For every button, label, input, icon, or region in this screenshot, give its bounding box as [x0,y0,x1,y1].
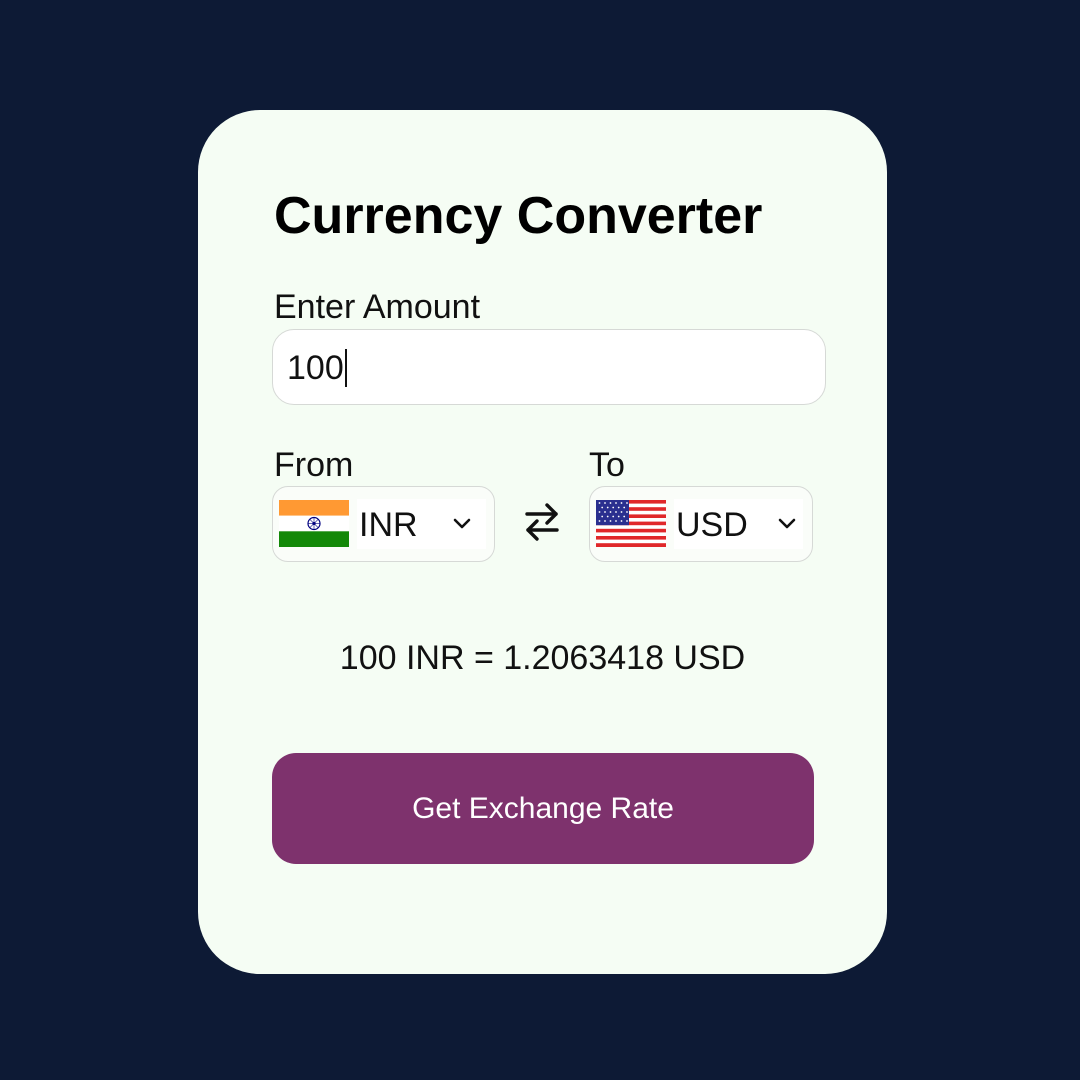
conversion-result: 100 INR = 1.2063418 USD [339,639,746,677]
text-caret [344,349,347,387]
amount-input[interactable]: 100 [272,329,826,405]
to-label: To [589,446,625,484]
india-flag-icon [279,500,349,547]
get-exchange-rate-button[interactable]: Get Exchange Rate [272,753,814,864]
amount-value-wrapper: 100 [287,348,347,388]
from-currency-select[interactable]: INR [272,486,495,562]
from-currency-code: INR [359,506,418,544]
chevron-down-icon [453,518,471,529]
chevron-down-icon [778,518,796,529]
us-flag-icon [596,500,666,547]
to-currency-code: USD [676,506,748,544]
to-select-field[interactable]: USD [674,499,803,549]
page-title: Currency Converter [274,187,763,245]
to-currency-select[interactable]: USD [589,486,813,562]
from-select-field[interactable]: INR [357,499,486,549]
swap-arrows-icon[interactable] [522,500,562,544]
amount-label: Enter Amount [274,288,481,326]
converter-card: Currency Converter Enter Amount 100 From… [198,110,887,974]
from-label: From [274,446,354,484]
amount-value: 100 [287,349,344,387]
